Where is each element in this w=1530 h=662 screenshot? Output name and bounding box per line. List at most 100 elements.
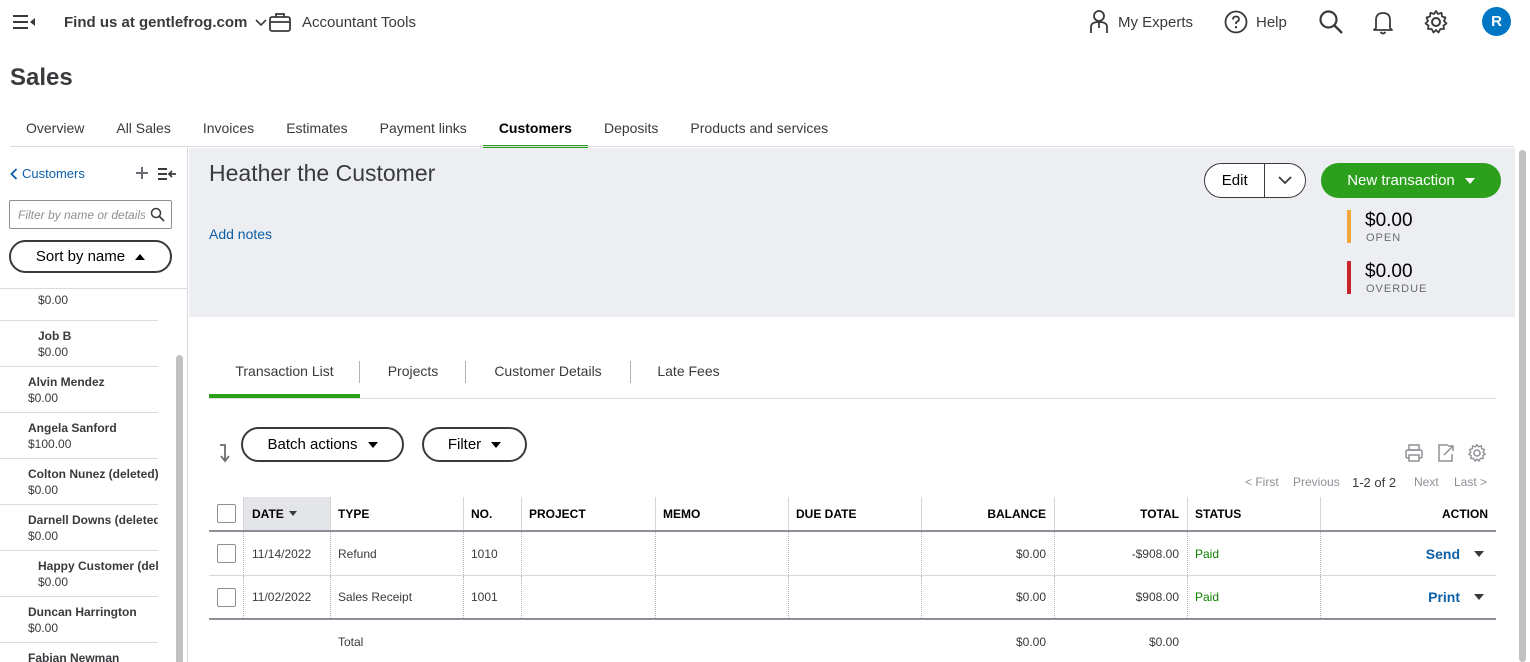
cell-due-date bbox=[788, 576, 921, 618]
tab-all-sales[interactable]: All Sales bbox=[100, 112, 186, 148]
list-item[interactable]: Fabian Newman bbox=[0, 643, 158, 662]
list-item[interactable]: Duncan Harrington $0.00 bbox=[0, 597, 158, 643]
column-header-type[interactable]: TYPE bbox=[330, 497, 463, 530]
list-item[interactable]: Darnell Downs (deleted) $0.00 bbox=[0, 505, 158, 551]
back-label: Customers bbox=[22, 166, 85, 181]
collapse-sidebar-button[interactable] bbox=[158, 167, 178, 181]
new-transaction-button[interactable]: New transaction bbox=[1321, 163, 1501, 198]
settings-button[interactable] bbox=[1423, 8, 1449, 36]
scrollbar-thumb[interactable] bbox=[1519, 150, 1526, 662]
select-all-checkbox[interactable] bbox=[216, 504, 236, 523]
company-selector[interactable]: Find us at gentlefrog.com bbox=[64, 14, 267, 31]
cell-status: Paid bbox=[1195, 590, 1220, 604]
customer-sidebar: Customers Sort by name $0.00 Job B $0.00… bbox=[0, 148, 188, 662]
gear-icon[interactable] bbox=[1467, 443, 1487, 463]
caret-down-icon bbox=[491, 441, 502, 448]
column-header-due-date[interactable]: DUE DATE bbox=[788, 497, 921, 530]
list-item[interactable]: Colton Nunez (deleted) $0.00 bbox=[0, 459, 158, 505]
caret-down-icon[interactable] bbox=[1474, 550, 1484, 557]
menu-toggle-icon[interactable] bbox=[12, 12, 36, 32]
chevron-left-icon bbox=[10, 167, 18, 180]
list-item[interactable]: $0.00 bbox=[0, 293, 158, 321]
row-checkbox[interactable] bbox=[216, 544, 236, 563]
column-header-no[interactable]: NO. bbox=[463, 497, 521, 530]
avatar[interactable]: R bbox=[1482, 7, 1511, 36]
row-select-cell bbox=[209, 576, 243, 618]
sidebar-scrollbar[interactable] bbox=[175, 289, 184, 662]
my-experts-button[interactable]: My Experts bbox=[1088, 8, 1193, 36]
column-header-memo[interactable]: MEMO bbox=[655, 497, 788, 530]
list-item[interactable]: Happy Customer (deleted) $0.00 bbox=[0, 551, 158, 597]
tab-late-fees[interactable]: Late Fees bbox=[631, 355, 746, 398]
edit-options-button[interactable] bbox=[1265, 164, 1305, 197]
top-bar: Find us at gentlefrog.com Accountant Too… bbox=[0, 0, 1530, 44]
export-icon[interactable] bbox=[1436, 443, 1456, 463]
caret-down-icon[interactable] bbox=[1474, 594, 1484, 600]
tab-customer-details[interactable]: Customer Details bbox=[466, 355, 630, 398]
column-header-status[interactable]: STATUS bbox=[1187, 497, 1320, 530]
footer-total: $0.00 bbox=[1148, 635, 1179, 649]
print-action[interactable]: Print bbox=[1428, 589, 1484, 605]
sort-order-icon[interactable] bbox=[218, 443, 234, 463]
tabs-divider bbox=[10, 146, 1514, 147]
customer-filter-input[interactable] bbox=[10, 201, 145, 228]
caret-up-icon bbox=[135, 253, 146, 260]
search-icon bbox=[150, 207, 165, 222]
pager-last[interactable]: Last > bbox=[1454, 475, 1487, 489]
tab-deposits[interactable]: Deposits bbox=[588, 112, 674, 148]
print-icon[interactable] bbox=[1404, 443, 1424, 463]
company-name: Find us at gentlefrog.com bbox=[64, 14, 248, 31]
open-indicator bbox=[1347, 210, 1351, 243]
pager-next[interactable]: Next bbox=[1414, 475, 1439, 489]
action-label: Send bbox=[1425, 545, 1460, 562]
pager-previous[interactable]: Previous bbox=[1293, 475, 1340, 489]
row-checkbox[interactable] bbox=[216, 587, 236, 607]
column-header-project[interactable]: PROJECT bbox=[521, 497, 655, 530]
tab-projects[interactable]: Projects bbox=[360, 355, 466, 398]
scrollbar-thumb[interactable] bbox=[176, 355, 183, 662]
caret-down-icon bbox=[1464, 177, 1475, 184]
search-button[interactable] bbox=[1318, 8, 1344, 36]
footer-total-label: Total bbox=[338, 635, 364, 649]
cell-due-date bbox=[788, 532, 921, 575]
table-row[interactable]: 11/02/2022 Sales Receipt 1001 $0.00 $908… bbox=[209, 576, 1496, 620]
notifications-button[interactable] bbox=[1372, 8, 1394, 36]
sort-by-name-button[interactable]: Sort by name bbox=[9, 240, 172, 273]
send-action[interactable]: Send bbox=[1426, 546, 1484, 562]
pager-first[interactable]: < First bbox=[1245, 475, 1279, 489]
customer-name: Angela Sanford bbox=[28, 421, 117, 435]
table-footer: Total $0.00 $0.00 bbox=[209, 620, 1496, 662]
tab-invoices[interactable]: Invoices bbox=[187, 112, 270, 148]
tab-overview[interactable]: Overview bbox=[10, 112, 100, 148]
edit-button-group: Edit bbox=[1204, 163, 1306, 198]
tab-payment-links[interactable]: Payment links bbox=[364, 112, 483, 148]
list-item[interactable]: Job B $0.00 bbox=[0, 321, 158, 367]
table-row[interactable]: 11/14/2022 Refund 1010 $0.00 -$908.00 Pa… bbox=[209, 532, 1496, 576]
list-item[interactable]: Alvin Mendez $0.00 bbox=[0, 367, 158, 413]
column-header-date[interactable]: DATE bbox=[244, 497, 330, 530]
column-header-balance[interactable]: BALANCE bbox=[921, 497, 1054, 530]
caret-down-icon bbox=[367, 441, 378, 448]
sort-desc-icon bbox=[288, 511, 297, 516]
add-notes-link[interactable]: Add notes bbox=[209, 226, 272, 242]
column-header-total[interactable]: TOTAL bbox=[1054, 497, 1187, 530]
my-experts-label: My Experts bbox=[1118, 13, 1194, 31]
pager-range: 1-2 of 2 bbox=[1352, 475, 1397, 490]
add-customer-button[interactable] bbox=[135, 166, 149, 180]
tab-estimates[interactable]: Estimates bbox=[270, 112, 363, 148]
batch-actions-button[interactable]: Batch actions bbox=[241, 427, 404, 462]
page-scrollbar[interactable] bbox=[1516, 148, 1528, 662]
back-to-customers-link[interactable]: Customers bbox=[10, 166, 85, 181]
help-button[interactable]: Help bbox=[1224, 8, 1287, 36]
column-header-action: ACTION bbox=[1442, 506, 1488, 521]
tab-customers[interactable]: Customers bbox=[482, 112, 588, 148]
gear-icon bbox=[1424, 10, 1448, 34]
accountant-tools-button[interactable]: Accountant Tools bbox=[268, 10, 416, 34]
customer-name: Duncan Harrington bbox=[28, 605, 137, 619]
tab-products-and-services[interactable]: Products and services bbox=[674, 112, 844, 148]
tab-transaction-list[interactable]: Transaction List bbox=[209, 355, 360, 398]
filter-button[interactable]: Filter bbox=[422, 427, 527, 462]
bell-icon bbox=[1373, 12, 1393, 35]
edit-button[interactable]: Edit bbox=[1205, 164, 1266, 197]
list-item[interactable]: Angela Sanford $100.00 bbox=[0, 413, 158, 459]
